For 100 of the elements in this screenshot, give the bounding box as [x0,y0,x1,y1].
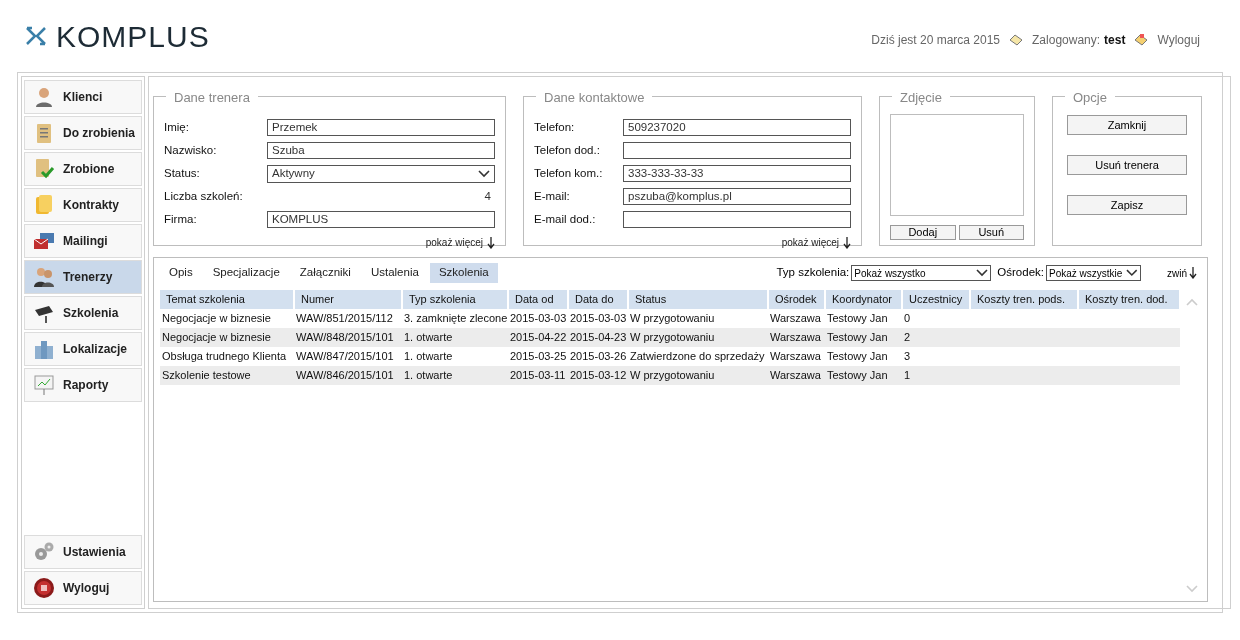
filter-dropdown[interactable]: Pokaż wszystko [851,265,992,281]
sidebar-item[interactable]: Trenerzy [24,260,142,294]
column-header[interactable]: Typ szkolenia [402,290,508,309]
sidebar-item[interactable]: Do zrobienia [24,116,142,150]
status-dropdown[interactable]: Aktywny [267,164,495,183]
column-header[interactable]: Koszty tren. pods. [970,290,1078,309]
sidebar-item[interactable]: Zrobione [24,152,142,186]
table-cell: Obsługa trudnego Klienta [160,347,294,366]
chart-board-icon [33,374,55,396]
sidebar-item[interactable]: Wyloguj [24,571,142,605]
logout-link[interactable]: Wyloguj [1157,31,1200,49]
filter-dropdown[interactable]: Pokaż wszystkie [1046,265,1141,281]
table-cell: 2015-03-26 [568,347,628,366]
field-label: Firma: [164,211,197,227]
arrow-down-icon [1189,267,1197,279]
table-cell: 0 [902,309,970,328]
table-cell: WAW/846/2015/101 [294,366,402,385]
field-label: E-mail dod.: [534,211,596,227]
option-button[interactable]: Zapisz [1067,195,1187,215]
table-cell: Testowy Jan [825,328,902,347]
gears-icon [33,541,55,563]
table-cell: 2015-04-23 [568,328,628,347]
table-cell: Zatwierdzone do sprzedaży [628,347,768,366]
text-field[interactable]: 333-333-33-33 [623,165,851,182]
field-label: Imię: [164,119,189,135]
photo-button[interactable]: Dodaj [890,225,956,240]
table-cell: W przygotowaniu [628,366,768,385]
text-field[interactable] [623,142,851,159]
table-cell: Warszawa [768,347,825,366]
table-cell: 2015-04-22 [508,328,568,347]
table-cell: WAW/848/2015/101 [294,328,402,347]
table-cell: Testowy Jan [825,347,902,366]
field-label: Status: [164,165,200,181]
column-header[interactable]: Temat szkolenia [160,290,294,309]
column-header[interactable]: Data od [508,290,568,309]
collapse-link[interactable]: zwiń [1167,265,1197,281]
tab[interactable]: Szkolenia [429,263,498,283]
user-name: test [1104,32,1126,49]
chevron-down-icon [1126,269,1138,277]
logged-label: Zalogowany: [1032,32,1101,49]
table-cell: 1. otwarte [402,328,508,347]
logo-icon [24,25,48,47]
field-label: Nazwisko: [164,142,217,158]
chevron-down-icon [976,269,989,277]
documents-icon [33,194,55,216]
buildings-icon [33,338,55,360]
table-cell: Warszawa [768,366,825,385]
table-cell: 2015-03-03 [508,309,568,328]
sidebar-item[interactable]: Mailingi [24,224,142,258]
person-icon [33,86,55,108]
field-label: Telefon kom.: [534,165,603,181]
column-header[interactable]: Ośrodek [768,290,825,309]
table-cell: 2 [902,328,970,347]
table-cell: Warszawa [768,328,825,347]
column-header[interactable]: Numer [294,290,402,309]
field-label: Liczba szkoleń: [164,188,243,204]
sidebar-item[interactable]: Klienci [24,80,142,114]
power-icon [33,577,55,599]
text-field[interactable]: pszuba@komplus.pl [623,188,851,205]
field-value: 4 [483,188,492,204]
text-field[interactable]: Szuba [267,142,495,159]
column-header[interactable]: Data do [568,290,628,309]
field-label: Telefon dod.: [534,142,600,158]
photo-button[interactable]: Usuń [958,225,1024,240]
sidebar-item[interactable]: Lokalizacje [24,332,142,366]
table-cell: Testowy Jan [825,366,902,385]
text-field[interactable]: Przemek [267,119,495,136]
table-cell: Testowy Jan [825,309,902,328]
clipboard-check-icon [33,158,55,180]
logo-text: KOMPLUS [56,18,210,55]
text-field[interactable]: 509237020 [623,119,851,136]
option-button[interactable]: Usuń trenera [1067,155,1187,175]
option-button[interactable]: Zamknij [1067,115,1187,135]
sidebar-item[interactable]: Raporty [24,368,142,402]
date-text: Dziś jest 20 marca 2015 [871,32,1001,49]
table-cell: W przygotowaniu [628,309,768,328]
table-cell: 3 [902,347,970,366]
arrow-down-icon [843,236,851,249]
column-header[interactable]: Status [628,290,768,309]
sidebar-item[interactable]: Kontrakty [24,188,142,222]
column-header[interactable]: Koordynator [825,290,902,309]
chevron-down-icon [478,169,490,178]
sidebar-item[interactable]: Ustawienia [24,535,142,569]
table-cell: 2015-03-12 [568,366,628,385]
table-cell: 1. otwarte [402,366,508,385]
text-field[interactable] [623,211,851,228]
envelopes-icon [33,230,55,252]
table-cell: Szkolenie testowe [160,366,294,385]
column-header[interactable]: Uczestnicy [902,290,970,309]
people-icon [33,266,55,288]
table-cell: WAW/847/2015/101 [294,347,402,366]
arrow-down-icon [487,236,495,249]
sidebar-item[interactable]: Szkolenia [24,296,142,330]
show-more-link[interactable]: pokaż więcej [781,235,851,250]
column-header[interactable]: Koszty tren. dod. [1078,290,1180,309]
text-field[interactable]: KOMPLUS [267,211,495,228]
show-more-link[interactable]: pokaż więcej [425,235,495,250]
table-cell: Negocjacje w biznesie [160,309,294,328]
table-cell: 2015-03-25 [508,347,568,366]
table-cell: 2015-03-11 [508,366,568,385]
